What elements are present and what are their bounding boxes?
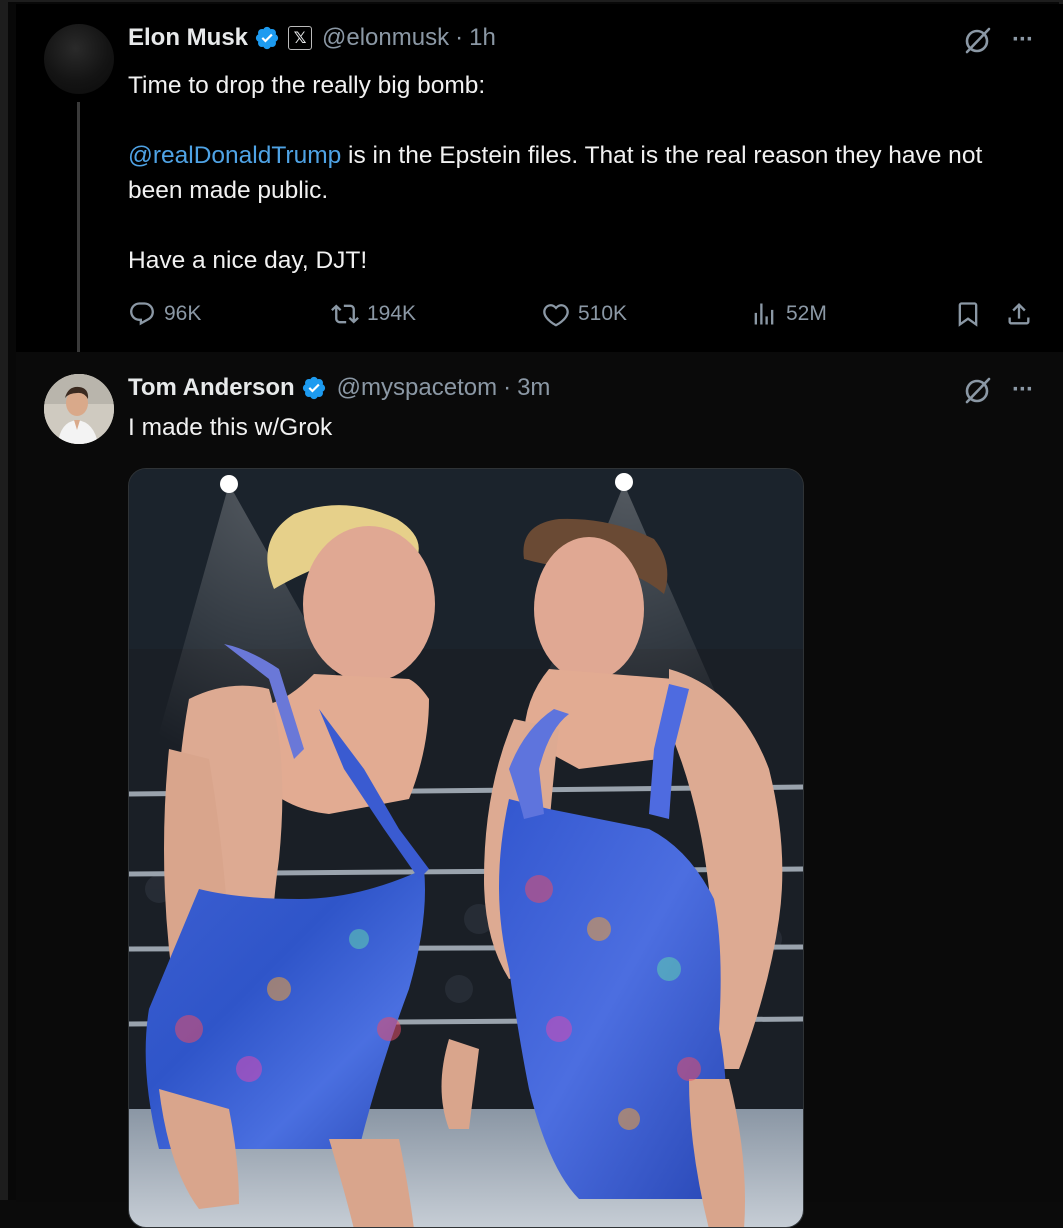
like-button[interactable]: 510K bbox=[542, 300, 627, 328]
verified-badge-icon bbox=[255, 26, 279, 50]
tweet-text: Time to drop the really big bomb: @realD… bbox=[128, 68, 1038, 278]
avatar-tom[interactable] bbox=[44, 374, 114, 444]
timestamp[interactable]: 3m bbox=[517, 374, 550, 402]
tweet-actions: 96K 194K 510K 52M bbox=[128, 300, 1043, 334]
repost-count: 194K bbox=[367, 302, 417, 325]
tweet-text: I made this w/Grok bbox=[128, 414, 333, 441]
timestamp[interactable]: 1h bbox=[469, 24, 496, 52]
reply-count: 96K bbox=[164, 302, 202, 325]
reply-icon bbox=[130, 302, 154, 326]
heart-icon bbox=[543, 304, 569, 327]
tweet-image[interactable] bbox=[128, 468, 804, 1228]
separator-dot: · bbox=[455, 24, 464, 51]
avatar-portrait-icon bbox=[44, 374, 114, 444]
tweet-header: Tom Anderson @myspacetom · 3m bbox=[128, 374, 550, 402]
mention-link[interactable]: @realDonaldTrump bbox=[128, 142, 341, 169]
author-name[interactable]: Elon Musk bbox=[128, 24, 248, 52]
grok-icon[interactable] bbox=[960, 374, 994, 408]
timeline-frame: Elon Musk 𝕏 @elonmusk · 1h ··· Time to d… bbox=[0, 0, 1063, 1228]
more-options-icon[interactable]: ··· bbox=[1012, 376, 1034, 404]
avatar-elon[interactable] bbox=[44, 24, 114, 94]
wrestling-illustration bbox=[129, 469, 803, 1227]
thread-connector-line bbox=[77, 102, 80, 368]
author-handle[interactable]: @elonmusk bbox=[322, 24, 449, 52]
share-button[interactable] bbox=[1005, 300, 1041, 328]
tweet-line-2: @realDonaldTrump is in the Epstein files… bbox=[128, 138, 1038, 208]
tweet-tom[interactable]: Tom Anderson @myspacetom · 3m ··· I made… bbox=[16, 352, 1063, 1228]
tweet-line-3: Have a nice day, DJT! bbox=[128, 247, 368, 274]
views-icon bbox=[754, 303, 774, 325]
bookmark-button[interactable] bbox=[954, 300, 990, 328]
bookmark-icon bbox=[958, 302, 978, 327]
separator-dot: · bbox=[503, 374, 512, 401]
tweet-elon[interactable]: Elon Musk 𝕏 @elonmusk · 1h ··· Time to d… bbox=[16, 4, 1063, 368]
reply-button[interactable]: 96K bbox=[128, 300, 201, 328]
author-handle[interactable]: @myspacetom bbox=[337, 374, 497, 402]
share-icon bbox=[1008, 303, 1030, 325]
verified-badge-icon bbox=[302, 376, 325, 400]
repost-icon bbox=[331, 304, 359, 324]
author-name[interactable]: Tom Anderson bbox=[128, 374, 295, 402]
view-count: 52M bbox=[786, 302, 827, 325]
views-button[interactable]: 52M bbox=[750, 300, 827, 328]
more-options-icon[interactable]: ··· bbox=[1012, 26, 1034, 54]
tweet-header: Elon Musk 𝕏 @elonmusk · 1h bbox=[128, 24, 496, 52]
like-count: 510K bbox=[578, 302, 628, 325]
repost-button[interactable]: 194K bbox=[331, 300, 416, 328]
grok-icon[interactable] bbox=[960, 24, 994, 58]
x-affiliate-badge-icon: 𝕏 bbox=[288, 26, 313, 50]
tweet-line-1: Time to drop the really big bomb: bbox=[128, 72, 486, 99]
